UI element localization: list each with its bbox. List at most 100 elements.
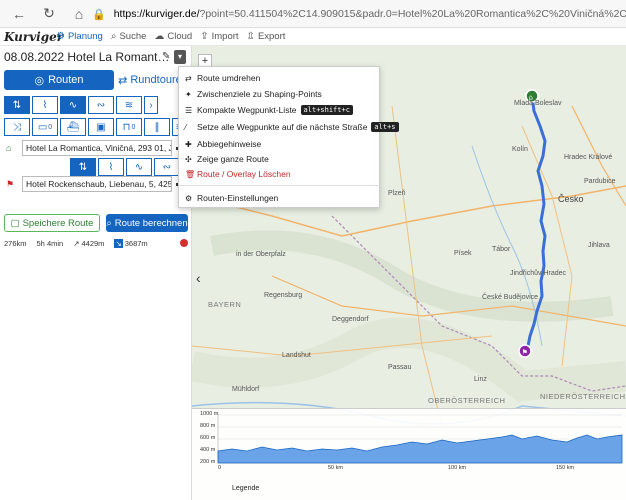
save-icon: ▢ (10, 217, 20, 229)
avoid-ferry-icon[interactable]: ⛴ (60, 118, 86, 136)
end-waypoint-input[interactable]: Hotel Rockenschaub, Liebenau, 5, 4252, .… (22, 176, 172, 192)
flag-icon: ⚑ (6, 179, 15, 189)
swap-icon: ⇄ (185, 73, 192, 83)
menu-shaping-points[interactable]: ✦ Zwischenziele zu Shaping-Points (185, 89, 322, 99)
route-icon: ◎ (34, 74, 45, 87)
list-icon: ☰ (185, 105, 193, 115)
curvy-1-option[interactable]: ⌇ (32, 96, 58, 114)
export-icon: ⇫ (246, 31, 255, 42)
back-icon[interactable]: ← (8, 3, 30, 25)
url-query: ?point=50.411504%2C14.909015&padr.0=Hote… (199, 8, 626, 20)
label-oberosterreich: OBERÖSTERREICH (428, 396, 506, 405)
menu-show-route[interactable]: ✣ Zeige ganze Route (185, 154, 269, 164)
x-label: 50 km (328, 465, 343, 471)
label-plzen: Plzeň (388, 190, 406, 197)
app-header: Kurviger ⚙ Planung ⌕ Suche ☁ Cloud ⇪ Import … (0, 28, 626, 46)
stat-descent: ↘ 3687m (114, 238, 148, 248)
trash-icon: 🗑 (185, 169, 196, 179)
nav-cloud[interactable]: ☁ Cloud (154, 31, 192, 42)
avoid-toll-icon[interactable]: ▭ 0 (32, 118, 58, 136)
avoid-options: ⤨ ▭0 ⛴ ▣ ⊓0 ∥ ≡ (4, 118, 188, 136)
label-hradec: Hradec Králové (564, 154, 613, 161)
address-bar[interactable]: 🔒 https://kurviger.de/ ?point=50.411504%… (92, 4, 626, 24)
ascent-value: 4429m (81, 238, 105, 248)
collapse-panel-chevron[interactable]: ‹ (196, 270, 201, 286)
label-mlada: Mladá Boleslav (514, 100, 562, 107)
menu-delete-route[interactable]: 🗑 Route / Overlay Löschen (185, 169, 291, 179)
cloud-icon: ☁ (154, 31, 165, 42)
label-oberpfalz: in der Oberpfalz (236, 251, 286, 258)
home-icon[interactable]: ⌂ (68, 3, 90, 25)
route-title[interactable]: 08.08.2022 Hotel La Romantica, J... (4, 50, 172, 64)
x-label: 150 km (556, 465, 575, 471)
curvy-2-option[interactable]: ∿ (60, 96, 86, 114)
menu-compact-list[interactable]: ☰ Kompakte Wegpunkt-Liste alt+shift+c (185, 105, 353, 115)
routen-label: Routen (48, 74, 84, 86)
nav-suche[interactable]: ⌕ Suche (111, 31, 147, 42)
label-niederosterreich: NIEDERÖSTERREICH (540, 392, 626, 401)
label-jindrichuv: Jindřichův Hradec (510, 270, 567, 277)
stop-icon[interactable] (180, 239, 188, 247)
avoid-road-icon[interactable]: ∥ (144, 118, 170, 136)
nav-label: Export (257, 31, 286, 42)
lock-icon: 🔒 (92, 8, 106, 21)
menu-reverse-route[interactable]: ⇄ Route umdrehen (185, 73, 260, 83)
start-waypoint-input[interactable]: Hotel La Romantica, Viničná, 293 01, Jun (22, 140, 172, 156)
curvy-3-option[interactable]: ∾ (88, 96, 114, 114)
menu-label: Zwischenziele zu Shaping-Points (197, 89, 322, 99)
menu-label: Abbiegehinweise (197, 139, 262, 149)
nav-label: Import (211, 31, 239, 42)
distance-value: 276km (4, 238, 27, 248)
menu-turn-instructions[interactable]: ✚ Abbiegehinweise (185, 139, 261, 149)
menu-divider (179, 185, 381, 186)
menu-label: Route umdrehen (197, 73, 261, 83)
route-menu-toggle[interactable]: ▾ (174, 50, 186, 64)
menu-snap-waypoints[interactable]: ⁄ Setze alle Wegpunkte auf die nächste St… (185, 122, 399, 132)
segment-curvy-1[interactable]: ⌇ (98, 158, 124, 176)
menu-label: Setze alle Wegpunkte auf die nächste Str… (197, 122, 368, 132)
menu-route-settings[interactable]: ⚙ Routen-Einstellungen (185, 193, 278, 203)
save-label: Speichere Route (22, 217, 94, 229)
svg-text:⚑: ⚑ (522, 349, 528, 357)
y-label: 800 m (200, 423, 216, 429)
nav-planung[interactable]: ⚙ Planung (56, 31, 103, 42)
label-deggendorf: Deggendorf (332, 316, 369, 323)
route-options-menu: ⇄ Route umdrehen ✦ Zwischenziele zu Shapin… (178, 66, 399, 208)
menu-label: Routen-Einstellungen (197, 193, 279, 203)
search-icon: ⌕ (110, 31, 117, 42)
label-pardubice: Pardubice (584, 178, 616, 185)
legend-label[interactable]: Legende (232, 485, 259, 492)
segment-curvy-2[interactable]: ∿ (126, 158, 152, 176)
badge-count: 0 (131, 123, 136, 131)
magic-icon: ✦ (185, 89, 192, 99)
pencil-icon[interactable]: ✎ (162, 51, 170, 62)
curvy-4-option[interactable]: ≋ (116, 96, 142, 114)
routen-button[interactable]: ◎ Routen (4, 70, 114, 90)
browser-toolbar: ← ↻ ⌂ 🔒 https://kurviger.de/ ?point=50.4… (0, 0, 626, 28)
y-label: 200 m (200, 459, 216, 465)
url-host: https://kurviger.de/ (113, 8, 200, 20)
more-option[interactable]: › (144, 96, 158, 114)
segment-curvy-3[interactable]: ∾ (154, 158, 180, 176)
save-route-button[interactable]: ▢ Speichere Route (4, 214, 100, 232)
avoid-car-icon[interactable]: ▣ (88, 118, 114, 136)
avoid-shuffle-icon[interactable]: ⤨ (4, 118, 30, 136)
nav-import[interactable]: ⇪ Import (200, 31, 238, 42)
label-landshut: Landshut (282, 352, 311, 359)
duration-value: 5h 4min (36, 238, 64, 248)
y-label: 400 m (200, 447, 216, 453)
gear-icon: ⚙ (185, 193, 193, 203)
app-logo[interactable]: Kurviger (4, 30, 63, 44)
label-cesko: Česko (558, 194, 584, 204)
calculate-route-button[interactable]: ⌕ Route berechnen (106, 214, 188, 232)
reload-icon[interactable]: ↻ (38, 3, 60, 25)
label-muhldorf: Mühldorf (232, 386, 260, 393)
segment-fast[interactable]: ⇅ (70, 158, 96, 176)
menu-label: Zeige ganze Route (197, 154, 269, 164)
nav-export[interactable]: ⇫ Export (247, 31, 286, 42)
expand-icon: ✣ (185, 154, 192, 164)
menu-label: Route / Overlay Löschen (197, 169, 291, 179)
stat-ascent: ↗ 4429m (73, 239, 104, 248)
avoid-motorway-icon[interactable]: ⊓ 0 (116, 118, 142, 136)
fastest-option[interactable]: ⇅ (4, 96, 30, 114)
